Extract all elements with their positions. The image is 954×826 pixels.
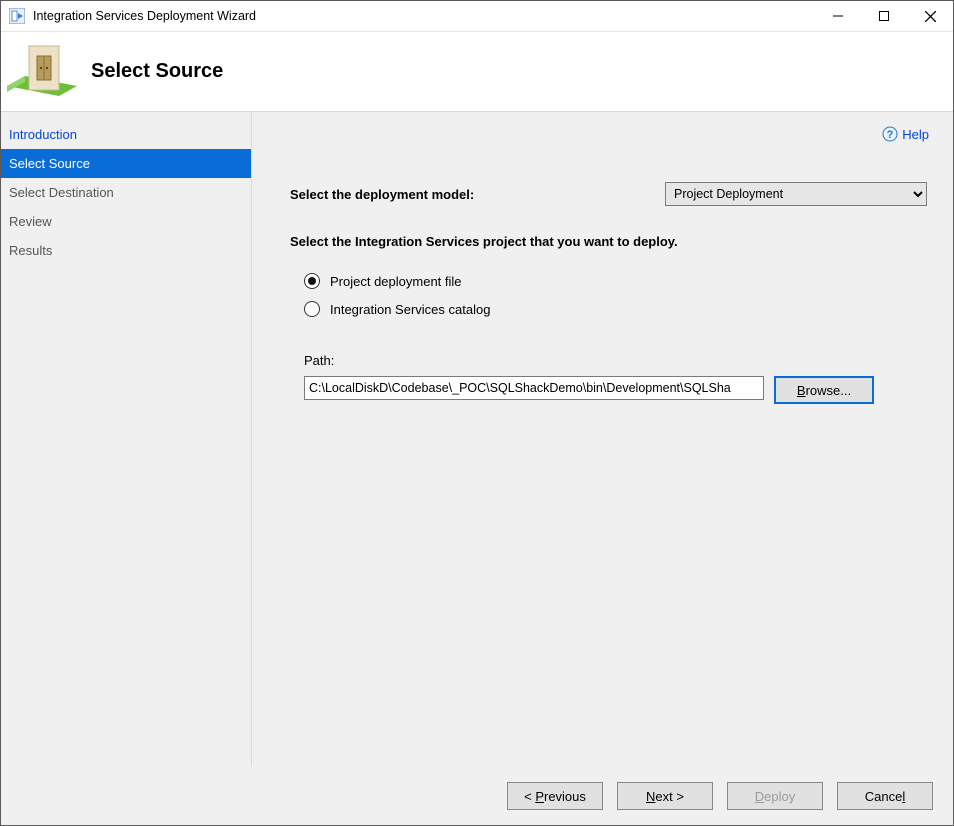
previous-button[interactable]: < Previous [507, 782, 603, 810]
titlebar: Integration Services Deployment Wizard [1, 1, 953, 32]
help-icon: ? [882, 126, 898, 142]
browse-button[interactable]: Browse... [774, 376, 874, 404]
help-label: Help [902, 127, 929, 142]
instruction-text: Select the Integration Services project … [290, 234, 927, 249]
path-section: Path: Browse... [304, 353, 927, 404]
step-introduction[interactable]: Introduction [1, 120, 251, 149]
wizard-content: ? Help Select the deployment model: Proj… [252, 112, 953, 767]
window-controls [815, 1, 953, 31]
radio-project-deployment-file[interactable]: Project deployment file [304, 273, 927, 289]
path-input[interactable] [304, 376, 764, 400]
radio-icon [304, 301, 320, 317]
deployment-model-label: Select the deployment model: [290, 187, 474, 202]
next-button[interactable]: Next > [617, 782, 713, 810]
path-label: Path: [304, 353, 927, 368]
radio-label: Integration Services catalog [330, 302, 490, 317]
source-type-radios: Project deployment file Integration Serv… [304, 273, 927, 317]
minimize-button[interactable] [815, 1, 861, 31]
radio-label: Project deployment file [330, 274, 462, 289]
deployment-model-row: Select the deployment model: Project Dep… [290, 182, 927, 206]
window-title: Integration Services Deployment Wizard [33, 9, 815, 23]
wizard-body: Introduction Select Source Select Destin… [1, 112, 953, 767]
wizard-footer: < Previous Next > Deploy Cancel [1, 767, 953, 825]
step-select-destination: Select Destination [1, 178, 251, 207]
wizard-graphic-icon [7, 38, 77, 106]
cancel-button[interactable]: Cancel [837, 782, 933, 810]
wizard-header: Select Source [1, 32, 953, 112]
deploy-button: Deploy [727, 782, 823, 810]
radio-icon [304, 273, 320, 289]
maximize-button[interactable] [861, 1, 907, 31]
close-button[interactable] [907, 1, 953, 31]
deployment-model-select[interactable]: Project Deployment Package Deployment [665, 182, 927, 206]
step-results: Results [1, 236, 251, 265]
page-title: Select Source [91, 60, 223, 83]
step-select-source[interactable]: Select Source [1, 149, 251, 178]
step-review: Review [1, 207, 251, 236]
wizard-steps-sidebar: Introduction Select Source Select Destin… [1, 112, 252, 767]
app-icon [9, 8, 25, 24]
wizard-window: Integration Services Deployment Wizard [0, 0, 954, 826]
radio-integration-services-catalog[interactable]: Integration Services catalog [304, 301, 927, 317]
svg-text:?: ? [887, 129, 894, 141]
help-link[interactable]: ? Help [882, 126, 929, 142]
